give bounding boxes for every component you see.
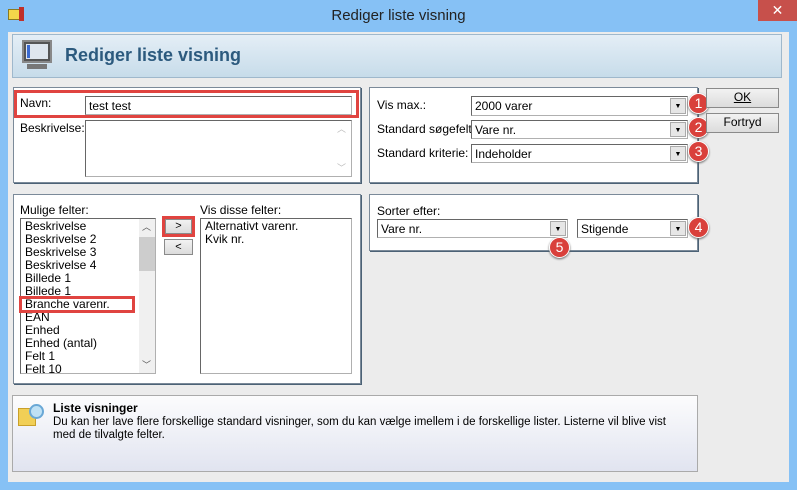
vis-max-select[interactable]: 2000 varer ▼ (471, 96, 688, 116)
criteria-select[interactable]: Indeholder ▼ (471, 144, 688, 163)
window-title: Rediger liste visning (331, 7, 466, 24)
monitor-icon (21, 39, 53, 71)
sort-label: Sorter efter: (377, 204, 441, 218)
ok-button[interactable]: OK (706, 88, 779, 108)
criteria-label: Standard kriterie: (377, 146, 469, 160)
chevron-down-icon[interactable]: ▼ (670, 221, 686, 236)
badge-5: 5 (549, 237, 570, 258)
scroll-down-icon[interactable]: ﹀ (337, 161, 346, 174)
info-text: Du kan her lave flere forskellige standa… (53, 416, 666, 441)
available-fields-label: Mulige felter: (20, 203, 89, 217)
search-field-label: Standard søgefelt: (377, 122, 476, 136)
header-title: Rediger liste visning (65, 45, 242, 65)
close-button[interactable]: ✕ (758, 0, 797, 21)
search-field-value: Vare nr. (475, 123, 517, 137)
scroll-down-icon[interactable]: ﹀ (142, 358, 151, 371)
list-item[interactable]: Kvik nr. (202, 233, 350, 246)
chevron-down-icon[interactable]: ▼ (670, 98, 686, 114)
remove-field-button[interactable]: < (164, 239, 193, 255)
sort-order-value: Stigende (581, 222, 629, 236)
chevron-down-icon[interactable]: ▼ (550, 221, 566, 236)
vis-max-value: 2000 varer (475, 99, 533, 113)
branche-highlight (19, 296, 135, 313)
description-input[interactable] (85, 120, 352, 177)
scroll-up-icon[interactable]: ︿ (337, 122, 346, 135)
list-item[interactable]: Felt 10 (22, 363, 154, 374)
selected-fields-list[interactable]: Alternativt varenr. Kvik nr. (200, 218, 352, 374)
badge-4: 4 (688, 217, 709, 238)
description-label: Beskrivelse: (20, 121, 85, 135)
criteria-value: Indeholder (475, 147, 532, 161)
selected-fields-label: Vis disse felter: (200, 203, 282, 217)
sort-order-select[interactable]: Stigende ▼ (577, 219, 688, 238)
chevron-down-icon[interactable]: ▼ (670, 122, 686, 137)
info-title: Liste visninger (53, 401, 138, 415)
badge-3: 3 (688, 141, 709, 162)
folder-search-icon (17, 400, 47, 430)
name-label: Navn: (20, 96, 52, 110)
sort-field-select[interactable]: Vare nr. ▼ (377, 219, 568, 238)
chevron-down-icon[interactable]: ▼ (670, 146, 686, 161)
cancel-button[interactable]: Fortryd (706, 113, 779, 133)
name-input[interactable]: test test (85, 96, 352, 115)
scroll-up-icon[interactable]: ︿ (142, 220, 151, 233)
scrollbar[interactable]: ︿ ﹀ (139, 219, 155, 373)
sort-field-value: Vare nr. (381, 222, 423, 236)
search-field-select[interactable]: Vare nr. ▼ (471, 120, 688, 139)
scrollbar-thumb[interactable] (139, 237, 155, 271)
vis-max-label: Vis max.: (377, 98, 427, 112)
add-field-button[interactable]: > (165, 219, 192, 234)
